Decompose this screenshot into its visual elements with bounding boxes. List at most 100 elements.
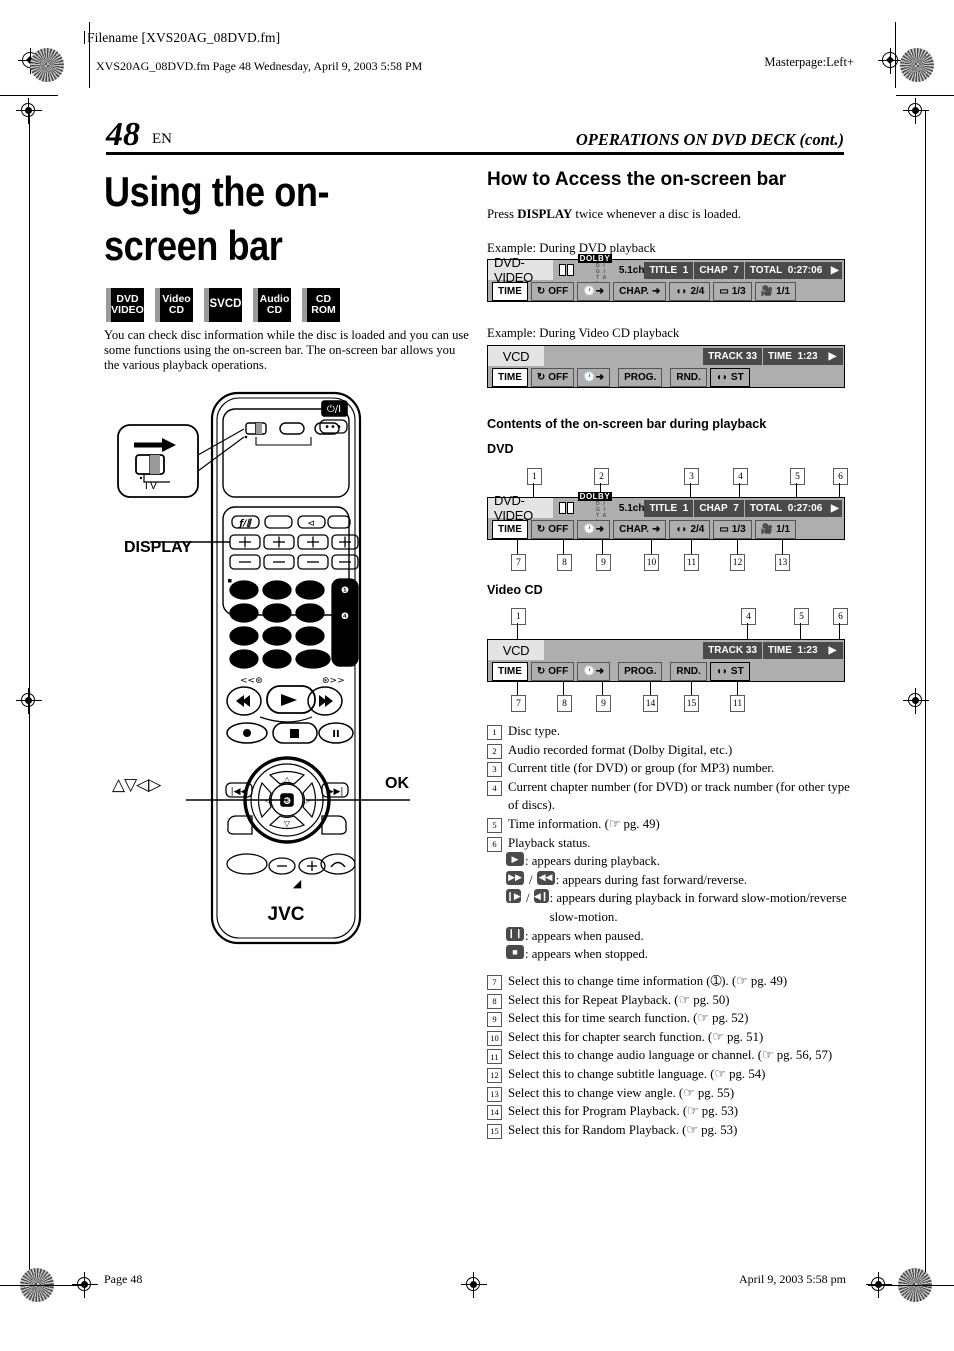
callout-tag-9: 9	[596, 695, 611, 712]
random-button[interactable]: RND.	[670, 662, 707, 681]
legend-text: Select this for Random Playback. (☞ pg. …	[508, 1122, 738, 1137]
angle-button[interactable]: 🎥 1/1	[754, 282, 797, 301]
osd-bar-vcd-diagram: VCD TRACK 33 TIME 1:23 ▶ TIME ↻ OFF 🕐➜ PR…	[487, 639, 845, 682]
repeat-icon: ↻	[536, 666, 546, 677]
leader-line	[737, 682, 738, 695]
svg-text:5: 5	[274, 607, 281, 620]
callout-tag-10: 10	[644, 554, 659, 571]
angle-icon: 🎥	[760, 524, 774, 535]
osd-disc-type: DVD-VIDEO	[488, 493, 553, 523]
repeat-icon: ↻	[536, 524, 546, 535]
status-text: : appears during fast forward/reverse.	[555, 872, 748, 887]
program-button[interactable]: PROG.	[618, 662, 663, 681]
osd-audio-format: DOLBY D I G I T A L 5.1ch	[553, 253, 645, 287]
legend-text: Select this for time search function. (☞…	[508, 1011, 749, 1026]
svg-text:8: 8	[274, 630, 281, 643]
disc-icon-line2: CD	[168, 304, 185, 316]
callout-tag-1: 1	[511, 608, 526, 625]
audio-button[interactable]: ◖◗ ST	[709, 368, 750, 387]
repeat-button[interactable]: ↻ OFF	[530, 662, 575, 681]
subtitle-button[interactable]: ▭ 1/3	[713, 520, 752, 539]
osd-field-total: TOTAL 0:27:06	[744, 261, 828, 279]
subtitle-icon: ▭	[719, 524, 729, 535]
osd-spacer	[544, 346, 704, 366]
svg-text:9: 9	[307, 630, 314, 643]
svg-text:|◀◀: |◀◀	[231, 787, 248, 797]
audio-icon: ◖◗	[715, 666, 728, 677]
callout-tag-8: 8	[557, 695, 572, 712]
status-line: ❙❙: appears when paused.	[506, 926, 857, 946]
repeat-button[interactable]: ↻ OFF	[530, 282, 575, 301]
osd-disc-type: VCD	[488, 640, 544, 660]
section-heading-access: How to Access the on-screen bar	[487, 169, 787, 190]
list-item: 1 Disc type.	[487, 722, 857, 741]
time-search-button[interactable]: 🕐➜	[577, 520, 611, 539]
callout-tag-7: 7	[511, 554, 526, 571]
clock-arrow-icon: 🕐➜	[583, 286, 605, 297]
printer-filename: Filename [XVS20AG_08DVD.fm]	[84, 30, 280, 46]
leader-line	[691, 682, 692, 695]
callout-tag-11: 11	[684, 554, 699, 571]
subtitle-button[interactable]: ▭ 1/3	[713, 282, 752, 301]
crop-mark-top-right	[896, 95, 954, 97]
time-search-button[interactable]: 🕐➜	[577, 282, 611, 301]
time-search-button[interactable]: 🕐➜	[577, 662, 611, 681]
leader-line	[782, 540, 783, 554]
crop-mark-bottom-left	[0, 1285, 86, 1287]
leader-line	[517, 540, 518, 554]
callout-tag-4: 4	[741, 608, 756, 625]
osd-disc-type: DVD-VIDEO	[488, 255, 553, 285]
time-button[interactable]: TIME	[492, 368, 528, 387]
osd-spacer	[544, 640, 704, 660]
osd-channel-label: 5.1ch	[618, 264, 645, 276]
time-button[interactable]: TIME	[492, 662, 528, 681]
callout-tag-7: 7	[511, 695, 526, 712]
legend-list-secondary: 7 Select this to change time information …	[487, 972, 857, 1139]
leader-line	[650, 682, 651, 695]
disc-icon-audio-cd: Audio CD	[253, 288, 291, 322]
crop-mark-top-left	[0, 95, 58, 97]
audio-button[interactable]: ◖◗ 2/4	[669, 282, 711, 301]
osd-bar-dvd-example: DVD-VIDEO DOLBY D I G I T A L 5.1ch TITL…	[487, 253, 845, 302]
osd-spacer	[749, 660, 844, 681]
osd-disc-type: VCD	[488, 346, 544, 366]
legend-text: Select this for Repeat Playback. (☞ pg. …	[508, 992, 730, 1007]
status-text: : appears during playback in forward slo…	[549, 891, 847, 924]
list-item: 2 Audio recorded format (Dolby Digital, e…	[487, 741, 857, 760]
legend-text: Disc type.	[508, 724, 560, 738]
audio-icon: ◖◗	[675, 286, 688, 297]
color-swatch-left	[30, 48, 64, 82]
pause-icon: ❙❙	[506, 926, 524, 941]
audio-button[interactable]: ◖◗ ST	[709, 662, 750, 681]
svg-text:TV: TV	[143, 480, 158, 492]
leader-line	[747, 623, 748, 640]
chapter-search-button[interactable]: CHAP. ➜	[613, 282, 667, 301]
legend-text: Select this for chapter search function.…	[508, 1029, 764, 1044]
callout-tag-11: 11	[730, 695, 745, 712]
disc-icon-line2: ROM	[311, 304, 336, 316]
time-button[interactable]: TIME	[492, 282, 528, 301]
slow-forward-icon: ❙▶	[506, 889, 522, 904]
callout-tag-6: 6	[833, 468, 848, 485]
audio-button[interactable]: ◖◗ 2/4	[669, 520, 711, 539]
repeat-button[interactable]: ↻ OFF	[530, 520, 575, 539]
chapter-search-button[interactable]: CHAP. ➜	[613, 520, 667, 539]
svg-text:❹: ❹	[341, 612, 349, 622]
time-button[interactable]: TIME	[492, 520, 528, 539]
osd-spacer	[796, 518, 844, 539]
color-swatch-right	[900, 48, 934, 82]
legend-text: Current title (for DVD) or group (for MP…	[508, 761, 775, 776]
list-item: 14 Select this for Program Playback. (☞ p…	[487, 1102, 857, 1121]
random-button[interactable]: RND.	[670, 368, 707, 387]
legend-number: 11	[487, 1049, 502, 1065]
press-text-post: twice whenever a disc is loaded.	[572, 207, 742, 221]
repeat-button[interactable]: ↻ OFF	[530, 368, 575, 387]
time-search-button[interactable]: 🕐➜	[577, 368, 611, 387]
legend-text: Playback status.	[508, 835, 591, 850]
list-item: 3 Current title (for DVD) or group (for M…	[487, 759, 857, 778]
angle-button[interactable]: 🎥 1/1	[754, 520, 797, 539]
program-button[interactable]: PROG.	[618, 368, 663, 387]
callout-tag-5: 5	[794, 608, 809, 625]
svg-text:⊙?: ⊙?	[339, 633, 352, 643]
slow-reverse-icon: ◀❙	[533, 889, 549, 904]
